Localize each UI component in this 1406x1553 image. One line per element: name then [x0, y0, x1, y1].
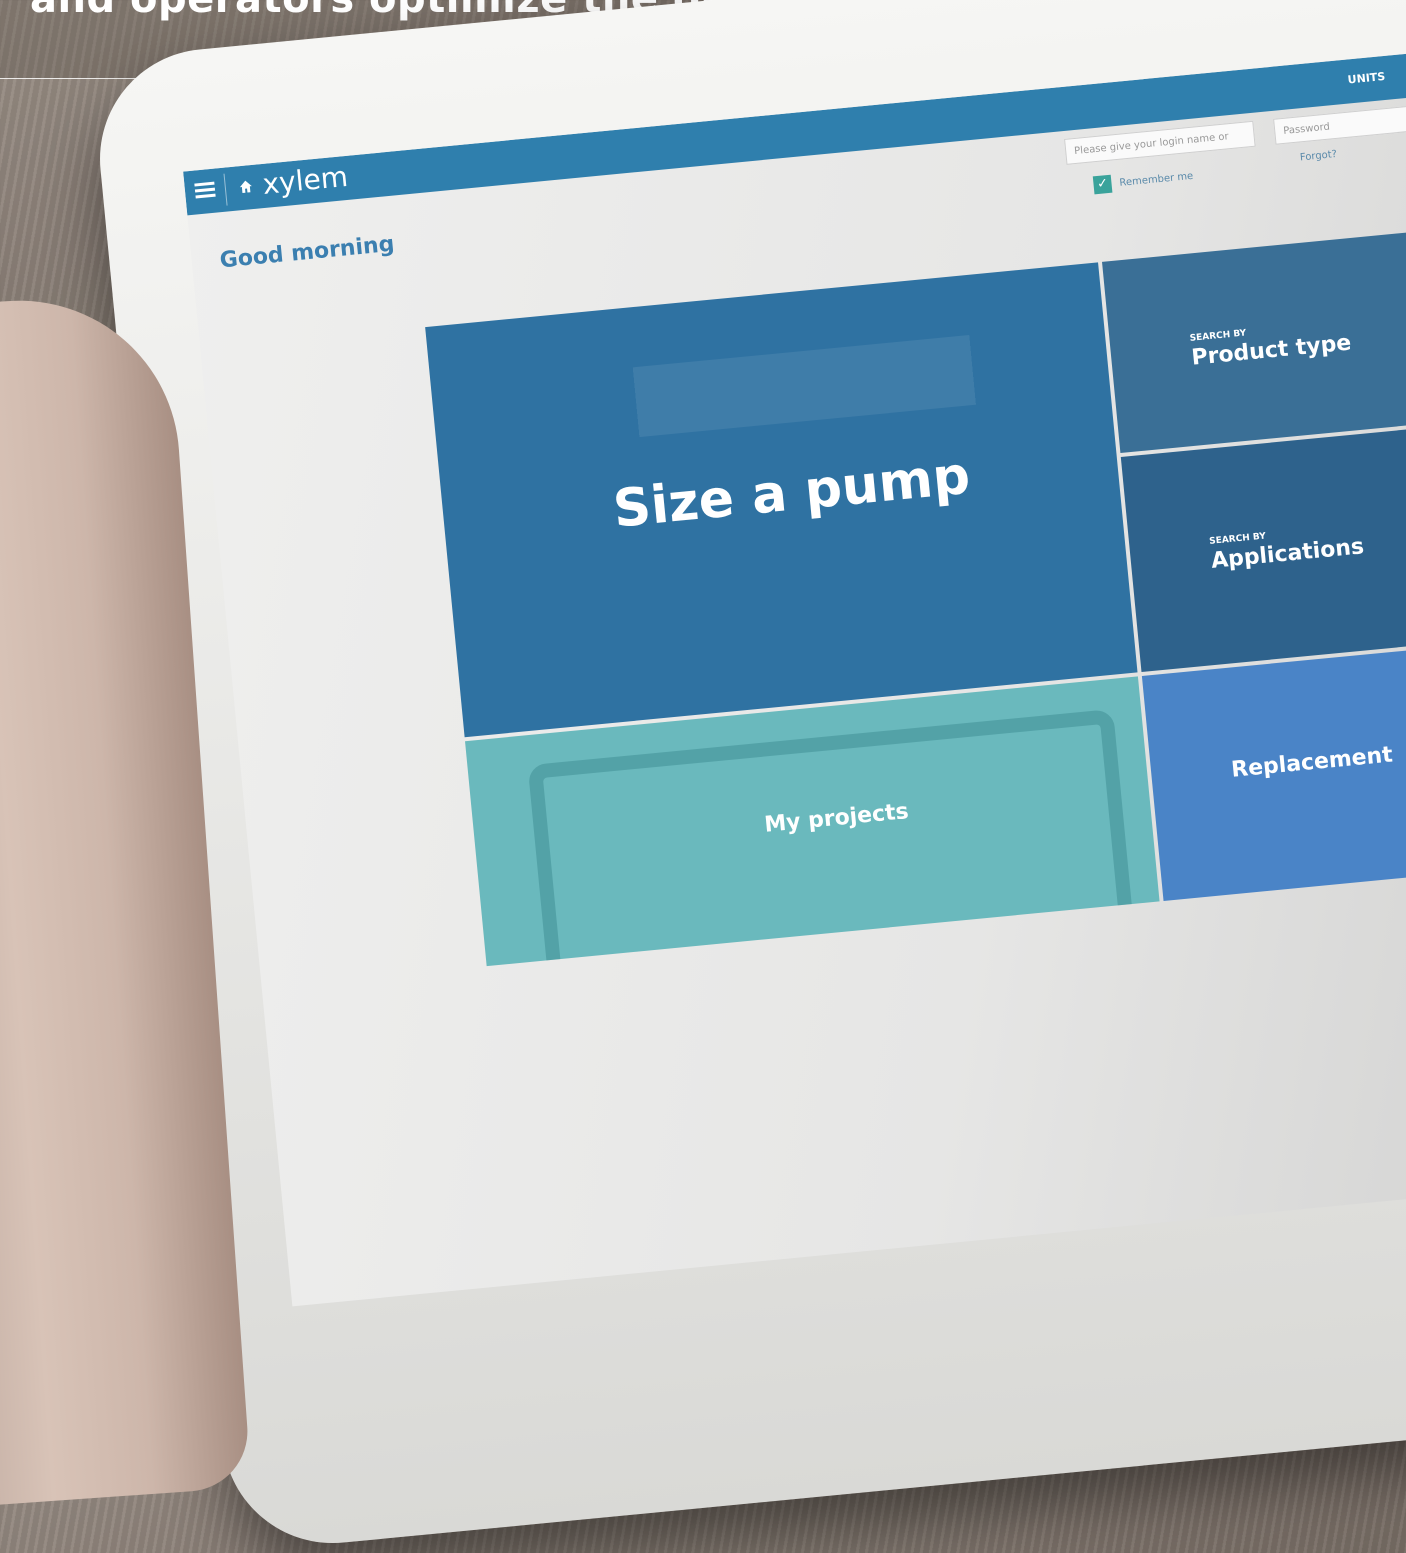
remember-me-label: Remember me: [1119, 170, 1194, 189]
brand-logo[interactable]: xylem: [261, 160, 349, 201]
units-menu[interactable]: UNITS: [1347, 70, 1386, 87]
size-pump-tile[interactable]: Size a pump: [425, 262, 1138, 738]
remember-me-checkbox[interactable]: ✓ Remember me: [1092, 167, 1194, 195]
replacement-title: Replacement: [1230, 742, 1394, 783]
hamburger-menu-icon[interactable]: [192, 178, 218, 204]
applications-tile[interactable]: SEARCH BY Applications: [1120, 422, 1406, 673]
app-screen: xylem UNITS Please give your login name …: [183, 37, 1406, 1307]
size-pump-title: Size a pump: [610, 445, 973, 540]
checkmark-icon: ✓: [1092, 174, 1113, 195]
clipboard-illustration: [527, 708, 1141, 967]
forgot-link[interactable]: Forgot?: [1299, 149, 1337, 164]
tablet-device: xylem UNITS Please give your login name …: [90, 0, 1406, 1553]
greeting: Good morning: [218, 231, 396, 274]
topbar-divider: [223, 173, 228, 206]
replacement-tile[interactable]: Replacement: [1141, 641, 1406, 901]
product-type-tile[interactable]: SEARCH BY Product type: [1102, 227, 1406, 454]
home-icon[interactable]: [238, 179, 253, 194]
